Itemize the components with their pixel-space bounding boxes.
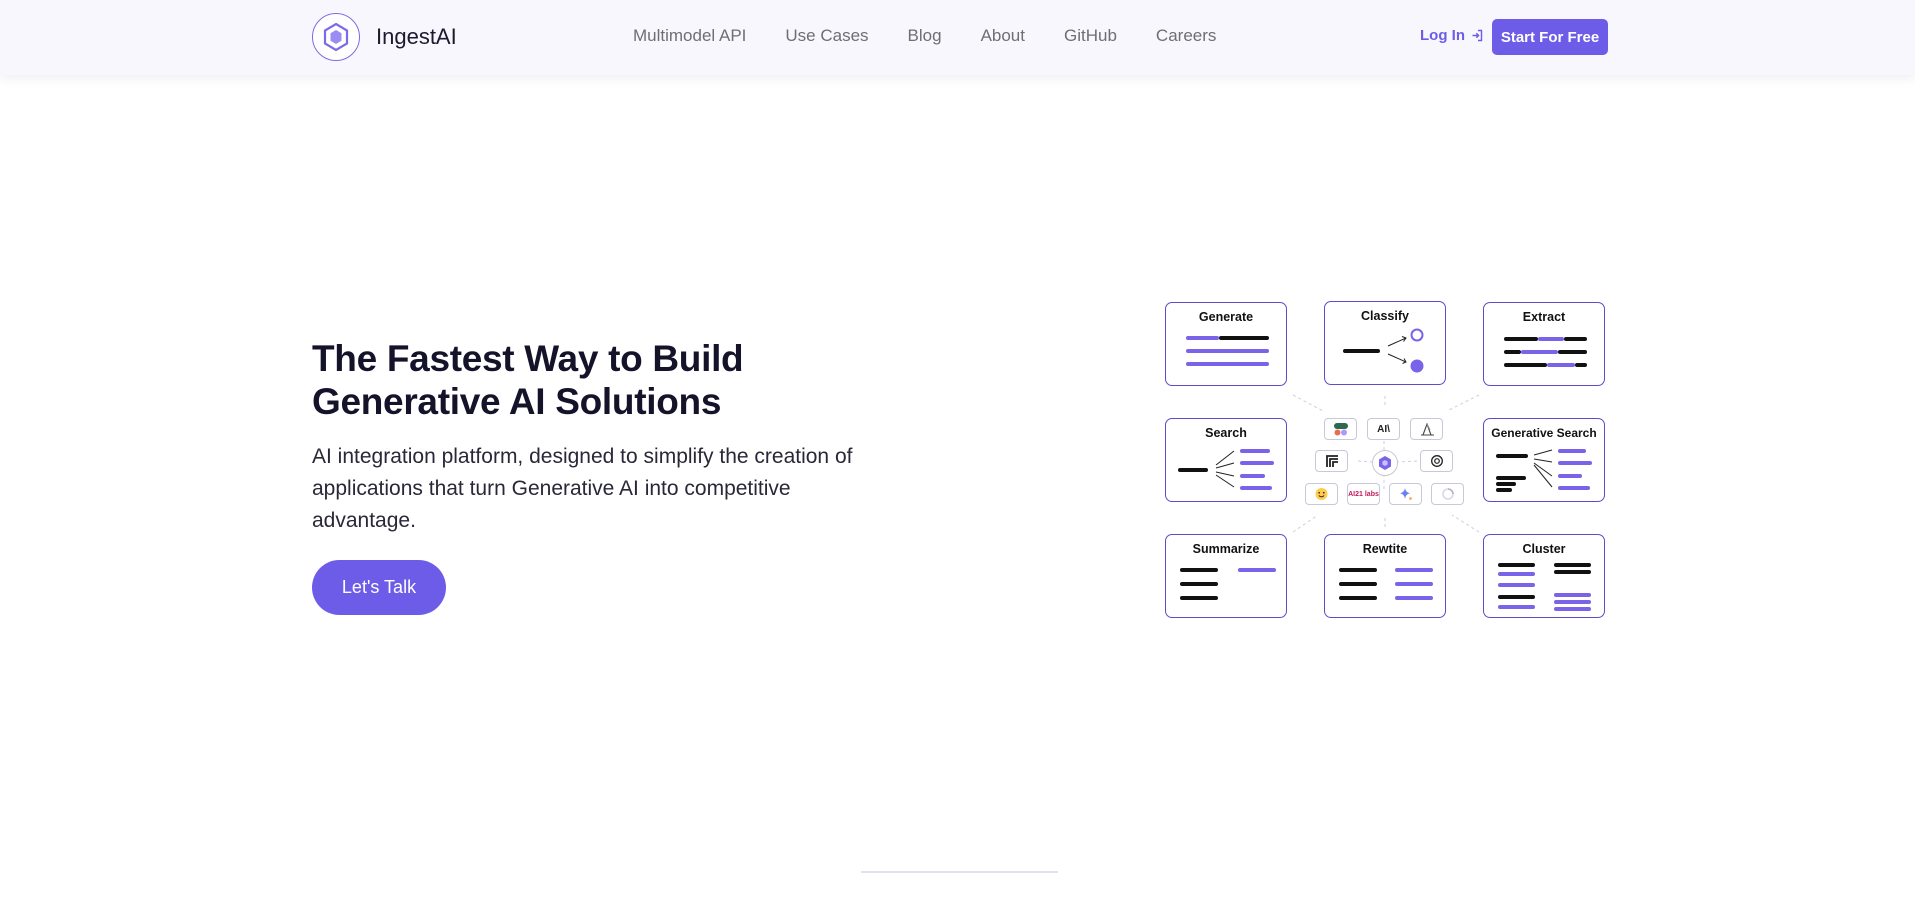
card-rewrite: Rewtite bbox=[1324, 534, 1446, 618]
openai-logo-icon bbox=[1420, 450, 1453, 472]
card-title: Summarize bbox=[1192, 542, 1260, 556]
ingestai-hub-icon bbox=[1372, 450, 1398, 476]
card-title: Rewtite bbox=[1362, 542, 1408, 556]
login-link[interactable]: Log In bbox=[1420, 27, 1484, 44]
top-navbar: IngestAI Multimodel API Use Cases Blog A… bbox=[0, 0, 1915, 75]
section-divider bbox=[861, 871, 1058, 873]
nav-link-careers[interactable]: Careers bbox=[1156, 26, 1216, 46]
anthropic-logo-icon: AI\ bbox=[1367, 418, 1400, 440]
start-for-free-button[interactable]: Start For Free bbox=[1492, 19, 1608, 55]
loading-ring-icon bbox=[1431, 483, 1464, 505]
login-arrow-icon bbox=[1472, 29, 1483, 42]
card-title: Generate bbox=[1198, 310, 1254, 324]
provider-logo-icon bbox=[1324, 418, 1357, 440]
card-summarize: Summarize bbox=[1165, 534, 1287, 618]
ai21-labs-logo-icon: AI21 labs bbox=[1347, 483, 1380, 505]
card-generative-search: Generative Search bbox=[1483, 418, 1605, 502]
classify-arrows-icon bbox=[1387, 328, 1424, 373]
gemini-sparkle-icon bbox=[1389, 483, 1422, 505]
nav-link-use-cases[interactable]: Use Cases bbox=[785, 26, 868, 46]
capabilities-diagram: Generate Classify Extract Search Generat… bbox=[1163, 300, 1608, 622]
card-title: Extract bbox=[1522, 310, 1566, 324]
stack-logo-icon bbox=[1315, 450, 1348, 472]
card-extract: Extract bbox=[1483, 302, 1605, 386]
hexagon-logo-icon bbox=[312, 13, 360, 61]
nav-link-github[interactable]: GitHub bbox=[1064, 26, 1117, 46]
card-generate: Generate bbox=[1165, 302, 1287, 386]
hero-subtitle: AI integration platform, designed to sim… bbox=[312, 445, 853, 532]
brand-logo[interactable]: IngestAI bbox=[312, 13, 457, 61]
nav-link-blog[interactable]: Blog bbox=[908, 26, 942, 46]
card-title: Cluster bbox=[1522, 542, 1566, 556]
card-classify: Classify bbox=[1324, 301, 1446, 385]
brand-name: IngestAI bbox=[376, 24, 457, 49]
card-search: Search bbox=[1165, 418, 1287, 502]
huggingface-logo-icon bbox=[1305, 483, 1338, 505]
main-nav: Multimodel API Use Cases Blog About GitH… bbox=[633, 26, 1216, 46]
nav-link-about[interactable]: About bbox=[981, 26, 1025, 46]
nav-link-multimodel-api[interactable]: Multimodel API bbox=[633, 26, 746, 46]
sail-logo-icon bbox=[1410, 418, 1443, 440]
login-label: Log In bbox=[1420, 27, 1465, 44]
hero-title: The Fastest Way to Build Generative AI S… bbox=[312, 338, 744, 422]
card-cluster: Cluster bbox=[1483, 534, 1605, 618]
lets-talk-button[interactable]: Let's Talk bbox=[312, 560, 446, 615]
